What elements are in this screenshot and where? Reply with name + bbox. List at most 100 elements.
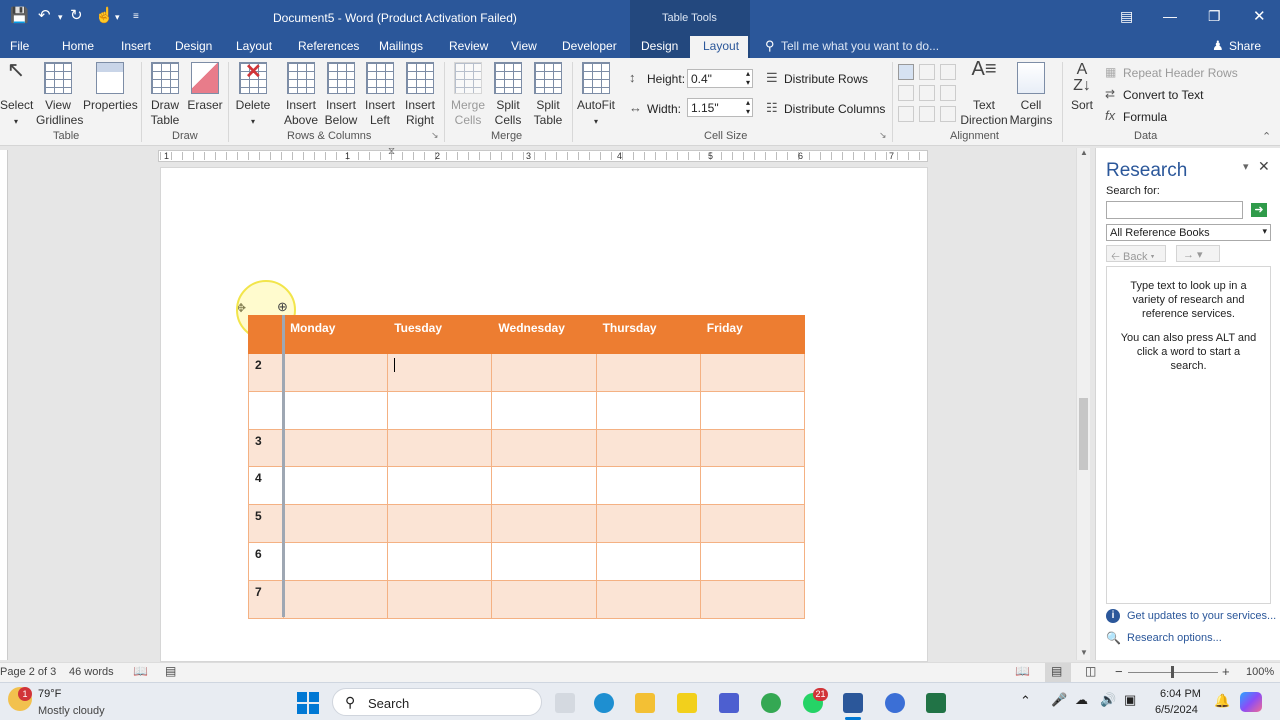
zoom-in-icon[interactable]: +	[1222, 664, 1230, 679]
formula-button[interactable]: Formula	[1123, 110, 1167, 124]
repeat-header-rows-button[interactable]: Repeat Header Rows	[1123, 66, 1238, 80]
vertical-ruler[interactable]	[0, 150, 8, 660]
table-cell[interactable]	[491, 390, 597, 430]
teams-icon[interactable]	[719, 693, 739, 713]
table-cell[interactable]	[699, 579, 806, 619]
macro-recording-icon[interactable]: ▤	[165, 664, 176, 678]
schedule-table[interactable]: Monday Tuesday Wednesday Thursday Friday…	[247, 315, 806, 619]
scroll-up-icon[interactable]: ▲	[1080, 148, 1088, 157]
delete-button[interactable]: ✕ Delete ▾	[233, 62, 273, 129]
width-spinner[interactable]: 1.15" ▴ ▾	[687, 98, 753, 117]
table-cell[interactable]	[595, 466, 701, 506]
sort-button[interactable]: A Z↓ Sort	[1066, 62, 1098, 113]
battery-icon[interactable]: ▣	[1124, 692, 1136, 708]
header-cell[interactable]	[247, 315, 285, 354]
tab-table-layout-active[interactable]: Layout	[690, 36, 748, 58]
row-label-cell[interactable]: 3	[247, 428, 285, 468]
touch-dropdown-icon[interactable]: ▾	[115, 12, 120, 23]
table-cell[interactable]	[387, 504, 493, 543]
align-top-left-icon[interactable]	[898, 64, 914, 80]
ribbon-display-icon[interactable]: ▤	[1120, 8, 1133, 25]
table-cell[interactable]	[283, 541, 389, 581]
tab-table-design[interactable]: Design	[641, 39, 678, 53]
share-button[interactable]: Share	[1229, 39, 1261, 53]
table-cell[interactable]	[699, 353, 806, 392]
table-cell[interactable]	[491, 428, 597, 468]
align-bottom-center-icon[interactable]	[919, 106, 935, 122]
weather-temp[interactable]: 79°F	[38, 688, 61, 700]
row-label-cell[interactable]: 7	[247, 579, 285, 619]
pane-close-icon[interactable]: ✕	[1258, 158, 1270, 175]
tab-insert[interactable]: Insert	[121, 39, 151, 53]
table-cell[interactable]	[699, 466, 806, 506]
table-cell[interactable]	[491, 579, 597, 619]
tab-home[interactable]: Home	[62, 39, 94, 53]
row-label-cell[interactable]: 2	[247, 353, 285, 392]
autofit-button[interactable]: AutoFit ▾	[576, 62, 616, 129]
vertical-scrollbar[interactable]: ▲ ▼	[1076, 148, 1090, 660]
sticky-notes-icon[interactable]	[677, 693, 697, 713]
table-cell[interactable]	[283, 466, 389, 506]
split-cells-button[interactable]: Split Cells	[488, 62, 528, 128]
close-icon[interactable]: ✕	[1253, 7, 1266, 25]
zoom-slider-thumb[interactable]	[1171, 666, 1174, 678]
distribute-columns-button[interactable]: Distribute Columns	[784, 102, 885, 116]
tab-mailings[interactable]: Mailings	[379, 39, 423, 53]
proofing-icon[interactable]: 📖	[133, 664, 148, 678]
row-label-cell[interactable]: 5	[247, 504, 285, 543]
properties-button[interactable]: Properties	[83, 62, 138, 113]
touch-mode-icon[interactable]: ☝	[95, 6, 114, 24]
scroll-thumb[interactable]	[1079, 398, 1088, 470]
taskbar-search-box[interactable]: ⚲ Search	[332, 688, 542, 716]
table-cell[interactable]	[595, 390, 701, 430]
align-bottom-left-icon[interactable]	[898, 106, 914, 122]
align-middle-right-icon[interactable]	[940, 85, 956, 101]
research-search-input[interactable]	[1106, 201, 1243, 219]
table-cell[interactable]	[387, 466, 493, 506]
cell-margins-button[interactable]: Cell Margins	[1008, 62, 1054, 128]
table-cell[interactable]	[491, 353, 597, 392]
tab-view[interactable]: View	[511, 39, 537, 53]
table-cell[interactable]	[387, 579, 493, 619]
read-mode-icon[interactable]: 📖	[1015, 664, 1030, 678]
align-middle-left-icon[interactable]	[898, 85, 914, 101]
excel-icon[interactable]	[926, 693, 946, 713]
select-button[interactable]: ↖ Select ▾	[0, 59, 33, 129]
table-cell[interactable]	[699, 504, 806, 543]
zoom-level[interactable]: 100%	[1246, 666, 1274, 678]
redo-icon[interactable]: ↻	[70, 6, 83, 24]
indent-marker-icon[interactable]: ⧖	[388, 146, 395, 157]
header-cell-tuesday[interactable]: Tuesday	[387, 315, 493, 354]
windows-start-icon[interactable]	[297, 692, 319, 714]
network-icon[interactable]: ☁	[1075, 692, 1088, 708]
table-cell[interactable]	[595, 541, 701, 581]
view-gridlines-button[interactable]: View Gridlines	[36, 62, 83, 128]
table-cell[interactable]	[491, 541, 597, 581]
align-top-right-icon[interactable]	[940, 64, 956, 80]
rows-columns-launcher-icon[interactable]: ↘	[431, 130, 439, 141]
cell-size-launcher-icon[interactable]: ↘	[879, 130, 887, 141]
table-cell[interactable]	[699, 390, 806, 430]
clock-date[interactable]: 6/5/2024	[1155, 704, 1198, 716]
align-center-icon[interactable]	[919, 85, 935, 101]
table-cell[interactable]	[491, 504, 597, 543]
table-cell[interactable]	[595, 353, 701, 392]
header-cell-wednesday[interactable]: Wednesday	[491, 315, 597, 354]
align-bottom-right-icon[interactable]	[940, 106, 956, 122]
table-cell[interactable]	[595, 428, 701, 468]
app-icon[interactable]	[885, 693, 905, 713]
save-icon[interactable]: 💾	[10, 6, 29, 24]
split-table-button[interactable]: Split Table	[528, 62, 568, 128]
table-cell[interactable]	[283, 390, 389, 430]
table-cell[interactable]	[283, 353, 389, 392]
row-label-cell[interactable]: 6	[247, 541, 285, 581]
get-updates-link[interactable]: Get updates to your services...	[1127, 610, 1276, 622]
row-label-cell[interactable]: 4	[247, 466, 285, 506]
tab-layout[interactable]: Layout	[236, 39, 272, 53]
tab-design[interactable]: Design	[175, 39, 212, 53]
header-cell-thursday[interactable]: Thursday	[595, 315, 701, 354]
page-count[interactable]: Page 2 of 3	[0, 666, 56, 678]
table-cell[interactable]	[387, 390, 493, 430]
insert-above-button[interactable]: Insert Above	[281, 62, 321, 128]
table-cell[interactable]	[283, 428, 389, 468]
